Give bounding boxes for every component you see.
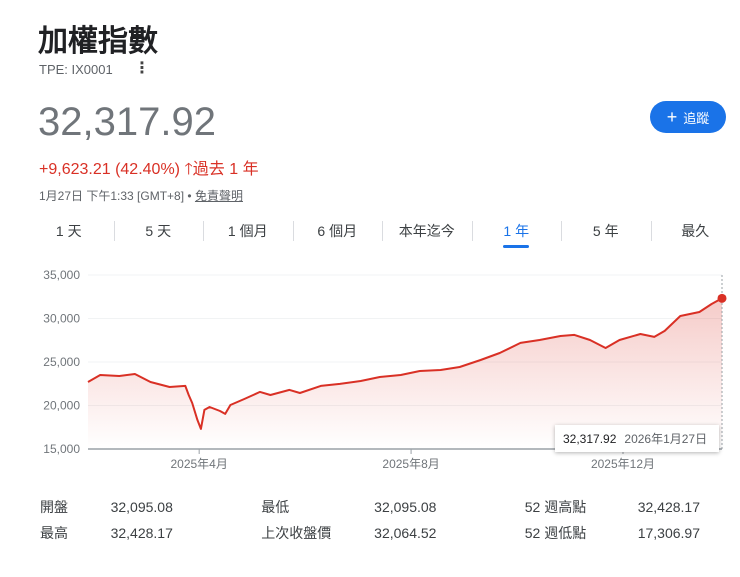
stat-label: 最低: [261, 499, 290, 515]
separator: •: [187, 189, 192, 203]
x-tick-label: 2025年8月: [382, 457, 439, 471]
tab-3[interactable]: 6 個月: [292, 218, 383, 248]
follow-button[interactable]: + 追蹤: [650, 101, 726, 133]
tab-4[interactable]: 本年迄今: [382, 218, 472, 248]
more-options-icon[interactable]: ⋮: [134, 58, 150, 78]
tab-5[interactable]: 1 年: [471, 218, 562, 248]
last-point-marker: [717, 293, 727, 303]
tab-0[interactable]: 1 天: [24, 218, 114, 248]
stat-label: 最高: [40, 525, 68, 541]
stats-row: 開盤 32,095.08 最低 32,095.08 52 週高點 32,428.17: [40, 494, 700, 520]
change-period: 過去 1 年: [192, 161, 259, 178]
x-tick-label: 2025年4月: [170, 457, 227, 471]
x-tick-label: 2025年12月: [591, 457, 655, 471]
tab-2[interactable]: 1 個月: [203, 218, 293, 248]
current-price: 32,317.92: [38, 100, 216, 144]
plus-icon: +: [666, 106, 678, 127]
change-value: +9,623.21 (42.40%): [39, 161, 180, 178]
stat-value: 17,306.97: [637, 525, 701, 541]
follow-label: 追蹤: [683, 110, 710, 126]
page-title: 加權指數: [38, 25, 158, 58]
stat-label: 52 週低點: [524, 525, 587, 541]
y-tick-label: 30,000: [43, 312, 80, 326]
arrow-up-icon: 🡑: [184, 161, 193, 178]
price-change: +9,623.21 (42.40%) 🡑過去 1 年: [39, 155, 259, 185]
range-tabs: 1 天5 天1 個月 6 個月 本年迄今 1 年5 年最久: [24, 218, 740, 248]
tab-6[interactable]: 5 年: [561, 218, 651, 248]
stat-label: 52 週高點: [524, 499, 587, 515]
time-text: 1月27日 下午1:33 [GMT+8]: [39, 189, 185, 203]
stat-value: 32,428.17: [637, 499, 701, 515]
y-tick-label: 15,000: [43, 442, 80, 456]
stat-value: 32,428.17: [110, 525, 173, 541]
stat-value: 32,095.08: [110, 499, 173, 515]
stat-value: 32,095.08: [374, 499, 437, 515]
y-tick-label: 25,000: [43, 355, 80, 369]
stats-row: 最高 32,428.17 上次收盤價 32,064.52 52 週低點 17,306.97: [40, 520, 700, 546]
tooltip-date: 2026年1月27日: [624, 432, 708, 446]
ticker-symbol: TPE: IX0001: [39, 62, 113, 77]
tab-1[interactable]: 5 天: [113, 218, 204, 248]
y-tick-label: 35,000: [43, 268, 80, 282]
chart-tooltip: 32,317.92 2026年1月27日: [555, 425, 719, 452]
stat-value: 32,064.52: [374, 525, 437, 541]
stat-label: 上次收盤價: [261, 525, 332, 541]
y-tick-label: 20,000: [43, 399, 80, 413]
timestamp: 1月27日 下午1:33 [GMT+8] • 免責聲明: [39, 187, 243, 204]
stats-table: 開盤 32,095.08 最低 32,095.08 52 週高點 32,428.17 最高 3…: [40, 494, 700, 546]
tab-7[interactable]: 最久: [650, 218, 740, 248]
disclaimer-link[interactable]: 免責聲明: [195, 189, 243, 203]
tooltip-value: 32,317.92: [563, 431, 617, 446]
stat-label: 開盤: [40, 499, 68, 515]
